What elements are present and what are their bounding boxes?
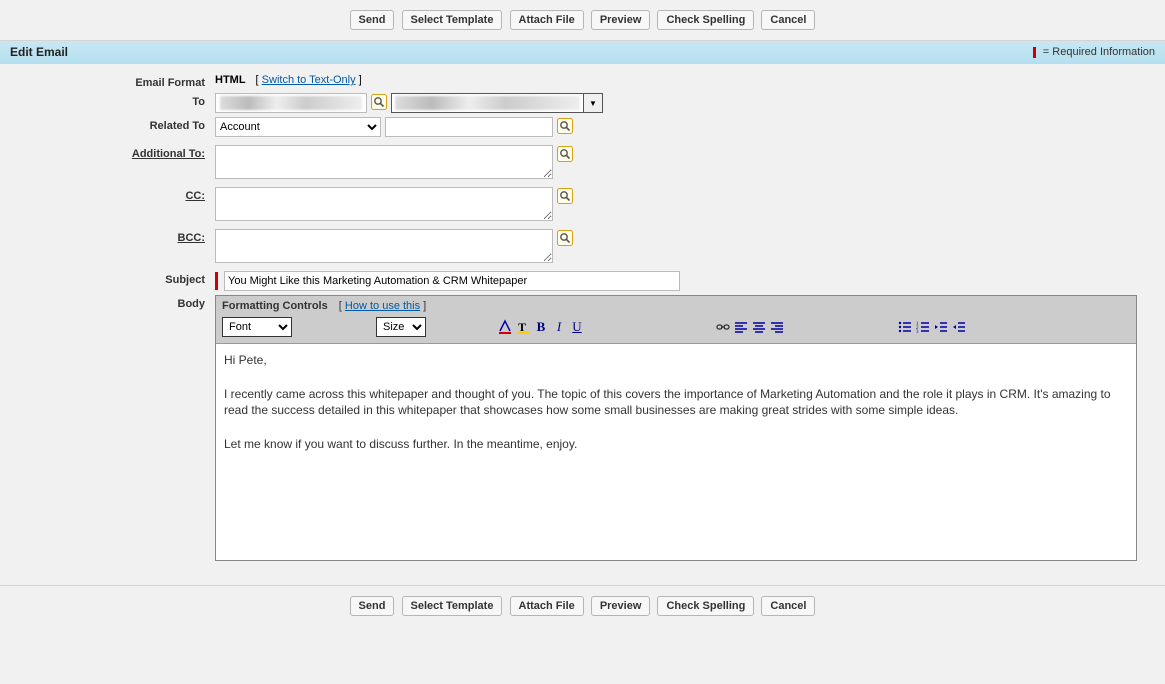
related-to-input[interactable]	[385, 117, 553, 137]
label-subject: Subject	[0, 271, 215, 286]
label-email-format: Email Format	[0, 74, 215, 89]
label-to: To	[0, 93, 215, 108]
bcc-input[interactable]	[215, 229, 553, 263]
align-center-icon[interactable]	[751, 319, 767, 335]
required-bar-icon	[1033, 47, 1036, 58]
related-to-type-select[interactable]: Account	[215, 117, 381, 137]
required-info-text: = Required Information	[1043, 46, 1155, 58]
additional-to-input[interactable]	[215, 145, 553, 179]
send-button[interactable]: Send	[350, 596, 395, 616]
required-info-legend: = Required Information	[1033, 46, 1155, 58]
top-button-bar: Send Select Template Attach File Preview…	[0, 0, 1165, 40]
cancel-button[interactable]: Cancel	[761, 596, 815, 616]
label-additional-to[interactable]: Additional To:	[0, 145, 215, 160]
row-to: To	[0, 93, 1165, 113]
align-right-icon[interactable]	[769, 319, 785, 335]
italic-icon[interactable]: I	[551, 319, 567, 335]
check-spelling-button[interactable]: Check Spelling	[657, 10, 754, 30]
svg-text:2: 2	[916, 326, 919, 331]
to-content	[215, 93, 603, 113]
email-format-content: HTML [ Switch to Text-Only ]	[215, 74, 362, 86]
underline-icon[interactable]: U	[569, 319, 585, 335]
font-select[interactable]: Font	[222, 317, 292, 337]
label-cc[interactable]: CC:	[0, 187, 215, 202]
label-bcc[interactable]: BCC:	[0, 229, 215, 244]
lookup-icon[interactable]	[371, 94, 387, 110]
to-input[interactable]	[215, 93, 367, 113]
select-template-button[interactable]: Select Template	[402, 596, 503, 616]
font-color-icon[interactable]	[497, 319, 513, 335]
lookup-icon[interactable]	[557, 146, 573, 162]
formatting-controls-label: Formatting Controls	[222, 300, 328, 312]
svg-text:3: 3	[916, 330, 919, 335]
page-title: Edit Email	[10, 45, 68, 59]
switch-to-text-only-link[interactable]: Switch to Text-Only	[262, 74, 356, 86]
email-format-current: HTML	[215, 74, 246, 86]
form-area: Email Format HTML [ Switch to Text-Only …	[0, 64, 1165, 586]
subject-content	[215, 271, 680, 291]
row-body: Body Formatting Controls [ How to use th…	[0, 295, 1165, 561]
attach-file-button[interactable]: Attach File	[510, 596, 584, 616]
bcc-content	[215, 229, 573, 263]
lookup-icon[interactable]	[557, 118, 573, 134]
bottom-button-bar: Send Select Template Attach File Preview…	[0, 586, 1165, 626]
body-editor: Formatting Controls [ How to use this ] …	[215, 295, 1137, 561]
number-list-icon[interactable]: 123	[915, 319, 931, 335]
how-to-use-link[interactable]: How to use this	[345, 300, 420, 312]
related-to-content: Account	[215, 117, 573, 137]
link-icon[interactable]	[715, 319, 731, 335]
preview-button[interactable]: Preview	[591, 596, 651, 616]
additional-to-content	[215, 145, 573, 179]
label-related-to: Related To	[0, 117, 215, 132]
highlight-icon[interactable]: T	[515, 319, 531, 335]
select-template-button[interactable]: Select Template	[402, 10, 503, 30]
svg-text:T: T	[518, 320, 526, 334]
preview-button[interactable]: Preview	[591, 10, 651, 30]
send-button[interactable]: Send	[350, 10, 395, 30]
editor-toolbar: Formatting Controls [ How to use this ] …	[216, 296, 1136, 344]
bullet-list-icon[interactable]	[897, 319, 913, 335]
row-bcc: BCC:	[0, 229, 1165, 263]
row-cc: CC:	[0, 187, 1165, 221]
required-marker-icon	[215, 272, 218, 290]
lookup-icon[interactable]	[557, 230, 573, 246]
row-additional-to: Additional To:	[0, 145, 1165, 179]
row-related-to: Related To Account	[0, 117, 1165, 137]
body-content: Formatting Controls [ How to use this ] …	[215, 295, 1137, 561]
indent-icon[interactable]	[951, 319, 967, 335]
check-spelling-button[interactable]: Check Spelling	[657, 596, 754, 616]
cancel-button[interactable]: Cancel	[761, 10, 815, 30]
attach-file-button[interactable]: Attach File	[510, 10, 584, 30]
lookup-icon[interactable]	[557, 188, 573, 204]
svg-text:1: 1	[916, 322, 919, 327]
section-header: Edit Email = Required Information	[0, 40, 1165, 64]
bold-icon[interactable]: B	[533, 319, 549, 335]
size-select[interactable]: Size	[376, 317, 426, 337]
to-select[interactable]	[391, 93, 603, 113]
row-email-format: Email Format HTML [ Switch to Text-Only …	[0, 74, 1165, 89]
cc-input[interactable]	[215, 187, 553, 221]
align-left-icon[interactable]	[733, 319, 749, 335]
cc-content	[215, 187, 573, 221]
outdent-icon[interactable]	[933, 319, 949, 335]
label-body: Body	[0, 295, 215, 310]
subject-input[interactable]	[224, 271, 680, 291]
body-textarea[interactable]: Hi Pete, I recently came across this whi…	[216, 344, 1136, 560]
row-subject: Subject	[0, 271, 1165, 291]
